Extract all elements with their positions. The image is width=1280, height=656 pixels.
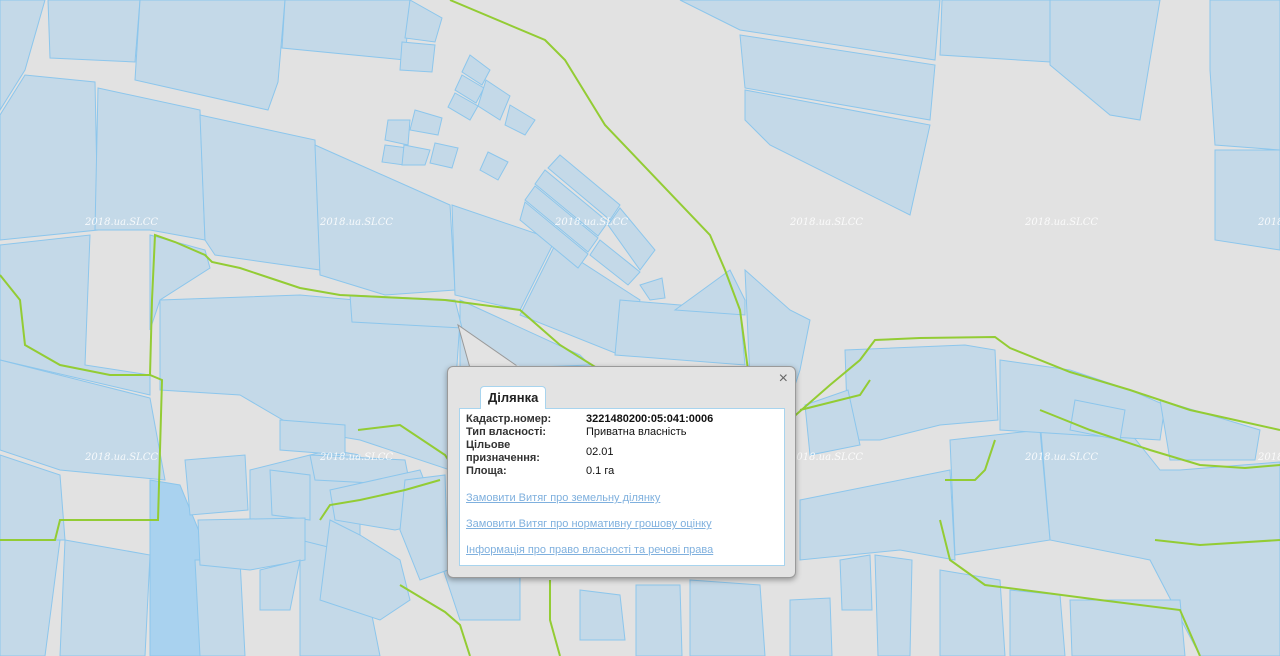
- order-parcel-extract-link[interactable]: Замовити Витяг про земельну ділянку: [466, 492, 778, 504]
- watermark-text: 2018.ua.SLCC: [1024, 217, 1098, 228]
- purpose-label: Цільове призначення:: [466, 439, 540, 464]
- parcel-info-panel: Кадастр.номер: 3221480200:05:041:0006 Ти…: [459, 408, 785, 566]
- close-icon[interactable]: ×: [779, 370, 788, 388]
- watermark-text: 2018.ua.SLCC: [84, 217, 158, 228]
- tab-parcel[interactable]: Ділянка: [480, 386, 547, 409]
- watermark-text: 2018.ua.SLCC: [1257, 452, 1280, 463]
- watermark-text: 2018.ua.SLCC: [1257, 217, 1280, 228]
- area-value: 0.1 га: [586, 465, 615, 477]
- watermark-text: 2018.ua.SLCC: [554, 217, 628, 228]
- ownership-rights-info-link[interactable]: Інформація про право власності та речові…: [466, 544, 778, 556]
- attribute-row: Площа: 0.1 га: [466, 465, 713, 478]
- ownership-type-label: Тип власності:: [466, 426, 547, 438]
- cadastral-number-value: 3221480200:05:041:0006: [586, 413, 714, 425]
- purpose-value: 02.01: [586, 445, 614, 458]
- watermark-text: 2018.ua.SLCC: [84, 452, 158, 463]
- attribute-row: Кадастр.номер: 3221480200:05:041:0006: [466, 413, 713, 426]
- attribute-row: Тип власності: Приватна власність: [466, 426, 713, 439]
- parcel-info-popup: × Ділянка Кадастр.номер: 3221480200:05:0…: [447, 366, 796, 578]
- ownership-type-value: Приватна власність: [586, 426, 687, 438]
- area-label: Площа:: [466, 465, 507, 477]
- cadastral-number-label: Кадастр.номер:: [466, 413, 552, 425]
- watermark-text: 2018.ua.SLCC: [789, 217, 863, 228]
- popup-links: Замовити Витяг про земельну ділянку Замо…: [466, 492, 778, 556]
- attribute-row: Цільове призначення: 02.01: [466, 439, 713, 465]
- watermark-text: 2018.ua.SLCC: [319, 217, 393, 228]
- parcel-attributes: Кадастр.номер: 3221480200:05:041:0006 Ти…: [466, 413, 713, 478]
- watermark-text: 2018.ua.SLCC: [1024, 452, 1098, 463]
- order-valuation-extract-link[interactable]: Замовити Витяг про нормативну грошову оц…: [466, 518, 778, 530]
- watermark-text: 2018.ua.SLCC: [789, 452, 863, 463]
- watermark-text: 2018.ua.SLCC: [319, 452, 393, 463]
